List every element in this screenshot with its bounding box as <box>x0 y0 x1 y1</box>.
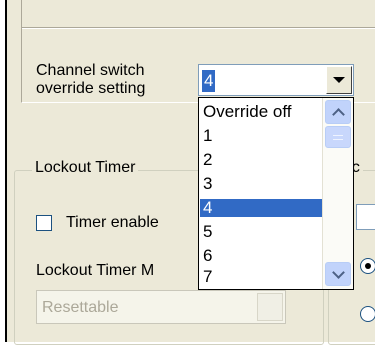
radio-option-1[interactable] <box>360 258 375 274</box>
scroll-down-button[interactable] <box>325 262 351 286</box>
channel-switch-value: 4 <box>202 70 216 92</box>
channel-switch-dropdown-list[interactable]: Override off 1 2 3 4 5 6 7 <box>198 97 354 290</box>
lockout-timer-mode-value: Resettable <box>42 299 119 316</box>
list-scrollbar[interactable] <box>322 98 353 289</box>
scroll-up-button[interactable] <box>325 100 351 124</box>
list-item-4[interactable]: 4 <box>200 199 324 217</box>
lockout-timer-mode-label: Lockout Timer M <box>36 262 155 279</box>
list-item-1[interactable]: 1 <box>200 127 324 145</box>
list-item-override-off[interactable]: Override off <box>200 103 324 121</box>
channel-switch-combobox[interactable]: 4 <box>198 64 354 96</box>
lockout-timer-title: Lockout Timer <box>32 157 139 179</box>
scrollbar-thumb[interactable] <box>325 126 351 148</box>
timer-enable-label: Timer enable <box>66 214 159 231</box>
timer-enable-checkbox[interactable] <box>36 215 52 231</box>
channel-switch-dropdown-button[interactable] <box>326 66 352 94</box>
list-item-6[interactable]: 6 <box>200 247 324 265</box>
list-item-7[interactable]: 7 <box>200 268 324 286</box>
right-group-input[interactable] <box>356 204 375 230</box>
divider <box>22 27 375 29</box>
chevron-down-icon <box>333 77 345 83</box>
chevron-up-icon <box>331 107 345 121</box>
radio-option-2[interactable] <box>360 306 375 322</box>
chevron-down-icon <box>331 265 345 279</box>
channel-switch-label: Channel switch override setting <box>36 62 146 97</box>
list-item-2[interactable]: 2 <box>200 151 324 169</box>
lockout-timer-mode-dropdown-button[interactable] <box>257 293 283 321</box>
list-item-5[interactable]: 5 <box>200 223 324 241</box>
list-item-3[interactable]: 3 <box>200 175 324 193</box>
lockout-timer-mode-select[interactable]: Resettable <box>36 290 286 324</box>
